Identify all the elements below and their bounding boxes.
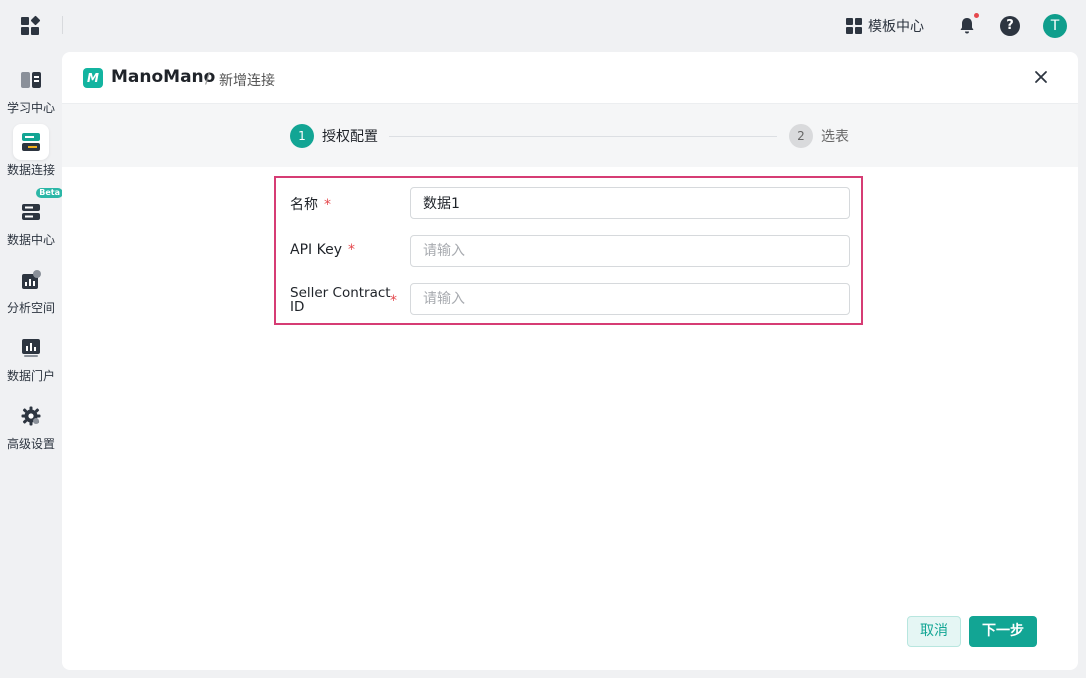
template-center-button[interactable]: 模板中心 (846, 16, 924, 36)
sidebar-item-learning-center[interactable]: 学习中心 (0, 62, 62, 116)
steps-bar: 1 授权配置 2 选表 (62, 104, 1078, 167)
sidebar-item-label: 高级设置 (6, 437, 55, 451)
step-number: 2 (789, 124, 813, 148)
auth-form: 名称* API Key* Seller Contract ID * (274, 176, 863, 325)
server-icon: Beta (13, 188, 63, 230)
app-launcher-icon[interactable] (21, 15, 41, 35)
name-field[interactable] (410, 187, 850, 219)
sidebar-item-data-connection[interactable]: 数据连接 (0, 124, 62, 178)
sidebar-item-data-portal[interactable]: 数据门户 (0, 330, 62, 384)
step-label: 选表 (821, 129, 849, 145)
manomano-logo-icon: M (83, 68, 103, 88)
sidebar-item-label: 分析空间 (6, 301, 55, 315)
database-link-icon (13, 124, 49, 160)
required-mark: * (347, 242, 355, 258)
seller-contract-id-field-label: Seller Contract ID (290, 285, 391, 315)
api-key-field[interactable] (410, 235, 850, 267)
next-step-button[interactable]: 下一步 (969, 616, 1037, 647)
template-center-label: 模板中心 (868, 19, 924, 35)
required-mark: * (324, 197, 331, 213)
name-field-label: 名称 * (290, 197, 331, 213)
top-bar: 模板中心 ? T (0, 0, 1086, 52)
sidebar-item-label: 学习中心 (6, 101, 55, 115)
step-auth-config: 1 授权配置 (290, 124, 378, 148)
close-icon[interactable] (1033, 69, 1049, 85)
new-connection-dialog: M ManoMano / 新增连接 1 授权配置 2 选表 名称* API Ke… (62, 52, 1078, 670)
help-icon[interactable]: ? (1000, 16, 1020, 36)
topbar-divider (62, 16, 63, 34)
sidebar-item-label: 数据连接 (6, 163, 55, 177)
sidebar-item-label: 数据门户 (6, 369, 55, 383)
step-number: 1 (290, 124, 314, 148)
breadcrumb-separator: / (205, 69, 211, 87)
api-key-field-label: API Key * (290, 242, 355, 258)
user-avatar[interactable]: T (1043, 14, 1067, 38)
required-mark: * (390, 293, 397, 309)
sidebar-item-analysis-space[interactable]: 分析空间 (0, 262, 62, 316)
step-label: 授权配置 (322, 129, 378, 145)
notification-bell-icon[interactable] (957, 13, 979, 36)
sidebar-item-data-center[interactable]: Beta 数据中心 (0, 188, 63, 248)
step-connector (389, 136, 777, 137)
step-select-table: 2 选表 (789, 124, 849, 148)
portal-chart-icon (13, 330, 49, 366)
dialog-header: M ManoMano / 新增连接 (62, 52, 1078, 104)
cancel-button[interactable]: 取消 (907, 616, 961, 647)
brand-name: ManoMano (111, 67, 216, 87)
grid-icon (846, 18, 862, 34)
gear-icon (13, 398, 49, 434)
beta-badge: Beta (36, 188, 63, 198)
book-icon (13, 62, 49, 98)
chart-folder-icon (13, 262, 49, 298)
notification-dot (974, 13, 979, 18)
sidebar-item-label: 数据中心 (6, 233, 55, 247)
sidebar-item-advanced-settings[interactable]: 高级设置 (0, 398, 62, 452)
seller-contract-id-field[interactable] (410, 283, 850, 315)
breadcrumb-current: 新增连接 (219, 73, 275, 89)
